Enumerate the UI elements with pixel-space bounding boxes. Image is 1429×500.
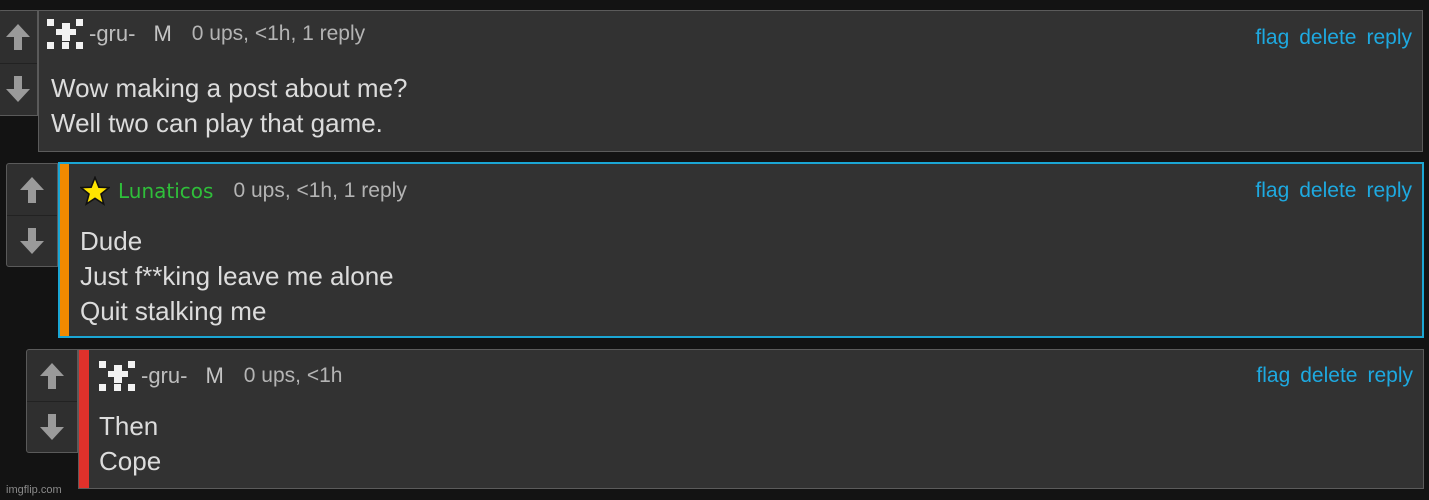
arrow-up-icon bbox=[20, 176, 44, 203]
comment-actions: flag delete reply bbox=[1256, 360, 1413, 392]
downvote-button[interactable] bbox=[27, 401, 77, 452]
comment-2: Lunaticos 0 ups, <1h, 1 reply flag delet… bbox=[58, 162, 1424, 338]
star-icon bbox=[80, 176, 110, 206]
comment-meta: 0 ups, <1h, 1 reply bbox=[191, 22, 366, 45]
mod-badge: M bbox=[153, 21, 172, 46]
upvote-button[interactable] bbox=[27, 350, 77, 402]
delete-link[interactable]: delete bbox=[1299, 179, 1356, 203]
reply-link[interactable]: reply bbox=[1367, 364, 1413, 388]
flag-link[interactable]: flag bbox=[1256, 364, 1290, 388]
vote-box-2 bbox=[6, 163, 58, 267]
comment-text: Dude Just f**king leave me alone Quit st… bbox=[80, 226, 394, 326]
delete-link[interactable]: delete bbox=[1299, 26, 1356, 50]
watermark: imgflip.com bbox=[6, 484, 62, 496]
pixel-avatar-icon bbox=[99, 361, 135, 391]
arrow-down-icon bbox=[6, 76, 30, 102]
comment-header: -gru- M 0 ups, <1h bbox=[99, 360, 342, 392]
username[interactable]: -gru- bbox=[89, 21, 135, 47]
comment-thread: -gru- M 0 ups, <1h, 1 reply flag delete … bbox=[0, 0, 1429, 500]
comment-header: Lunaticos 0 ups, <1h, 1 reply bbox=[80, 175, 407, 207]
username[interactable]: -gru- bbox=[141, 363, 187, 389]
username[interactable]: Lunaticos bbox=[118, 179, 213, 203]
arrow-down-icon bbox=[20, 227, 44, 254]
delete-link[interactable]: delete bbox=[1300, 364, 1357, 388]
reply-link[interactable]: reply bbox=[1366, 26, 1412, 50]
comment-1: -gru- M 0 ups, <1h, 1 reply flag delete … bbox=[38, 10, 1423, 152]
arrow-up-icon bbox=[40, 362, 64, 389]
thread-depth-bar bbox=[60, 164, 69, 336]
comment-text: Then Cope bbox=[99, 411, 162, 476]
upvote-button[interactable] bbox=[0, 11, 37, 64]
downvote-button[interactable] bbox=[0, 63, 37, 115]
upvote-button[interactable] bbox=[7, 164, 57, 216]
mod-badge: M bbox=[205, 363, 224, 388]
comment-header: -gru- M 0 ups, <1h, 1 reply bbox=[47, 18, 365, 50]
downvote-button[interactable] bbox=[7, 215, 57, 266]
comment-meta: 0 ups, <1h bbox=[243, 364, 343, 387]
comment-actions: flag delete reply bbox=[1255, 175, 1412, 207]
comment-3: -gru- M 0 ups, <1h flag delete reply The… bbox=[78, 349, 1424, 489]
comment-meta: 0 ups, <1h, 1 reply bbox=[233, 179, 407, 202]
flag-link[interactable]: flag bbox=[1255, 26, 1289, 50]
reply-link[interactable]: reply bbox=[1366, 179, 1412, 203]
comment-actions: flag delete reply bbox=[1255, 22, 1412, 54]
thread-depth-bar bbox=[79, 350, 89, 488]
flag-link[interactable]: flag bbox=[1255, 179, 1289, 203]
vote-box-3 bbox=[26, 349, 78, 453]
comment-text: Wow making a post about me? Well two can… bbox=[51, 73, 408, 138]
vote-box-1 bbox=[0, 10, 38, 116]
pixel-avatar-icon bbox=[47, 19, 83, 49]
arrow-up-icon bbox=[6, 24, 30, 50]
arrow-down-icon bbox=[40, 413, 64, 440]
